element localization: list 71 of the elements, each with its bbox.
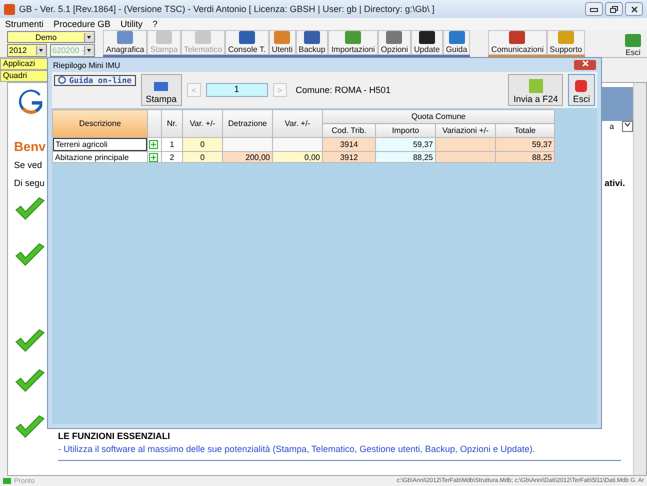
toolbar-button[interactable]: Comunicazioni [488,30,547,55]
dialog-title: Riepilogo Mini IMU [53,60,120,70]
toolbar-button[interactable]: Anagrafica [103,30,148,55]
toolbar-button[interactable]: Utenti [268,30,296,55]
caret-icon [624,122,631,126]
table-cell: 59,37 [496,138,555,152]
table-cell[interactable]: Abitazione principale [52,152,148,162]
column-header: Detrazione [222,110,272,138]
column-header: Descrizione [52,110,148,138]
column-header: Totale [496,124,555,138]
page-field[interactable]: 1 [206,83,268,97]
app-logo-icon [4,4,15,14]
checkmark-icon [14,196,46,222]
checkmark-icon [14,414,46,440]
table-cell: 0 [182,138,222,152]
minimize-button[interactable] [585,2,603,16]
section-title: LE FUNZIONI ESSENZIALI [58,431,172,441]
intro-text: Se ved [14,160,44,170]
side-tab[interactable]: Applicazi [0,58,50,70]
intro-text: Di segu [14,178,45,188]
send-f24-button[interactable]: Invia a F24 [508,74,563,106]
intro-text-end: ativi. [604,178,625,188]
column-header: Var. +/- [272,110,322,138]
table-cell: 3914 [322,138,376,152]
restore-icon [610,6,618,12]
menu-item[interactable]: ? [152,19,158,29]
toolbar-button[interactable]: Importazioni [328,30,378,55]
toolbar-button[interactable]: Guida [442,30,470,55]
window-title: GB - Ver. 5.1 [Rev.1864] - (Versione TSC) - Verdi Antonio [ Licenza: GBSH | User: gb | Directory: g:\Gb\ ] [19,4,435,14]
close-icon [630,6,638,12]
section-link[interactable]: - Utilizza il software al massimo delle sue potenzialità (Stampa, Telematico, Gestione utenti, Backup, Opzioni e Update). [58,444,633,454]
caret-icon [36,46,46,55]
year-dropdown[interactable]: 2012 [7,44,48,57]
field-label: a [610,122,614,130]
group-header: Quota Comune [322,110,555,124]
toolbar-button[interactable]: Console T. [225,30,269,55]
table-cell: 59,37 [376,138,436,152]
print-button[interactable]: Stampa [140,74,182,106]
toolbar-button[interactable]: Supporto [546,30,586,55]
welcome-heading: Benv [14,139,46,154]
checkmark-icon [14,328,46,354]
exit-button[interactable]: Esci [568,74,595,106]
expand-icon[interactable] [149,140,158,149]
comune-label: Comune: ROMA - H501 [296,85,391,95]
close-icon [582,60,588,67]
scrollbar[interactable] [633,83,646,475]
dropdown-button[interactable] [622,120,633,132]
menu-item[interactable]: Strumenti [5,19,44,29]
expand-icon[interactable] [149,152,158,162]
toolbar-button[interactable]: Update [411,30,443,55]
column-header: Var. +/- [182,110,222,138]
minimize-icon [590,6,598,12]
column-header: Variazioni +/- [436,124,496,138]
logo-icon [18,87,44,117]
close-button[interactable] [625,2,643,16]
toolbar-button[interactable]: Opzioni [378,30,412,55]
help-link[interactable]: Guida on-line [54,75,136,86]
toolbar-button[interactable]: Backup [296,30,328,55]
checkmark-icon [14,242,46,268]
column-header: Cod. Trib. [322,124,376,138]
column-header: Nr. [162,110,182,138]
column-header: Importo [376,124,436,138]
restore-button[interactable] [605,2,623,16]
exit-button[interactable]: Esci [623,30,643,57]
close-button[interactable] [574,60,596,70]
profile-dropdown[interactable]: Demo [7,31,95,43]
menu-item[interactable]: Utility [120,19,143,29]
checkmark-icon [14,368,46,394]
menu-item[interactable]: Procedure GB [54,19,111,29]
table-cell[interactable]: Terreni agricoli [52,138,147,151]
side-tab[interactable]: Quadri [0,70,50,82]
